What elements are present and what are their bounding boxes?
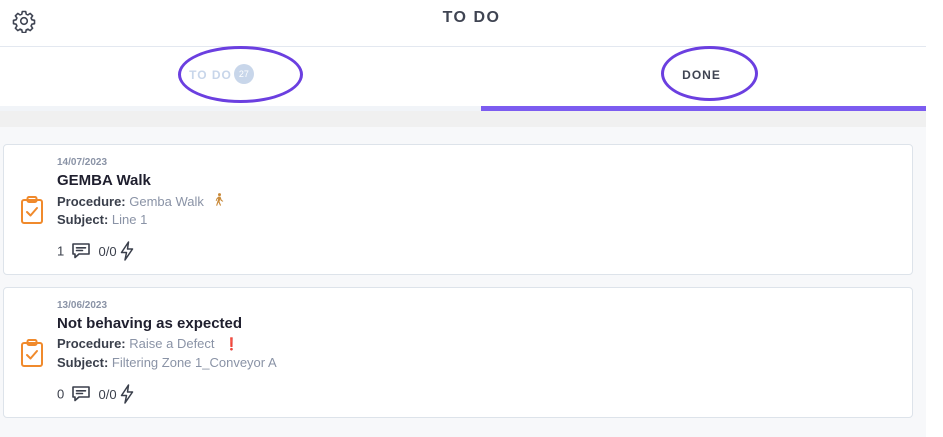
procedure-row: Procedure: Gemba Walk: [57, 193, 224, 209]
comment-count: 0: [57, 386, 65, 402]
task-date: 14/07/2023: [57, 157, 108, 168]
top-bar: TO DO: [0, 0, 943, 47]
subject-label: Subject:: [57, 355, 109, 370]
procedure-value: Gemba Walk: [129, 194, 204, 209]
subject-row: Subject: Line 1: [57, 212, 147, 227]
procedure-label: Procedure:: [57, 194, 126, 209]
separator-strip: [0, 111, 926, 127]
tab-done[interactable]: DONE: [481, 47, 926, 111]
clipboard-check-icon: [19, 195, 45, 225]
tab-todo-label: TO DO: [189, 68, 232, 82]
lightning-icon: [120, 241, 134, 261]
action-count: 0/0: [98, 243, 117, 259]
action-count: 0/0: [98, 386, 117, 402]
subject-label: Subject:: [57, 212, 109, 227]
procedure-value: Raise a Defect: [129, 336, 215, 351]
task-card[interactable]: 14/07/2023 GEMBA Walk Procedure: Gemba W…: [3, 144, 913, 275]
tab-bar: TO DO 27 DONE: [0, 47, 926, 111]
task-list: 14/07/2023 GEMBA Walk Procedure: Gemba W…: [0, 127, 926, 437]
page-title: TO DO: [442, 9, 501, 26]
tab-done-label: DONE: [682, 68, 721, 82]
task-date: 13/06/2023: [57, 300, 108, 311]
tab-todo[interactable]: TO DO 27: [0, 47, 463, 111]
subject-value: Filtering Zone 1_Conveyor A: [111, 355, 277, 370]
procedure-label: Procedure:: [57, 336, 126, 351]
procedure-row: Procedure: Raise a Defect ❗: [57, 336, 239, 351]
task-title: GEMBA Walk: [57, 172, 151, 189]
comment-icon: [72, 386, 90, 402]
scrollbar[interactable]: [926, 0, 943, 437]
exclamation-icon: ❗: [224, 337, 240, 351]
comment-icon: [72, 243, 90, 259]
task-stats: 1 0/0: [57, 241, 134, 263]
clipboard-check-icon: [19, 338, 45, 368]
todo-count-badge: 27: [233, 63, 254, 84]
task-stats: 0 0/0: [57, 384, 134, 406]
task-card[interactable]: 13/06/2023 Not behaving as expected Proc…: [3, 287, 913, 418]
subject-value: Line 1: [111, 212, 148, 227]
comment-count: 1: [57, 243, 65, 259]
walking-person-icon: [214, 193, 224, 209]
task-title: Not behaving as expected: [57, 315, 243, 332]
lightning-icon: [120, 384, 134, 404]
subject-row: Subject: Filtering Zone 1_Conveyor A: [57, 355, 277, 370]
